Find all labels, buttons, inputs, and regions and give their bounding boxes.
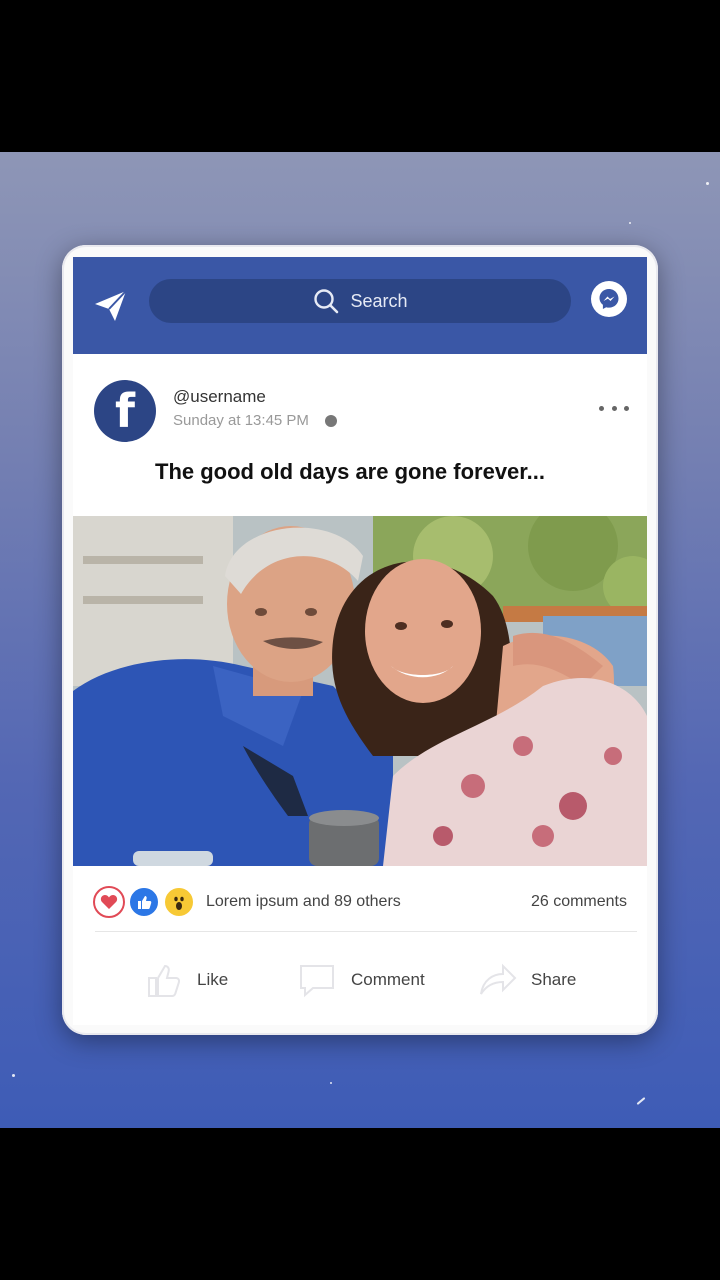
sparkle bbox=[636, 1097, 646, 1105]
post-timestamp: Sunday at 13:45 PM bbox=[173, 412, 337, 429]
divider bbox=[95, 931, 637, 932]
post-card: Search f @username Sunday at 13:45 PM Th… bbox=[73, 257, 647, 1025]
sparkle bbox=[629, 222, 631, 224]
sparkle bbox=[706, 182, 709, 185]
like-button[interactable]: Like bbox=[143, 953, 228, 1007]
reactions-row: Lorem ipsum and 89 others 26 comments bbox=[73, 866, 647, 932]
globe-icon bbox=[324, 414, 337, 427]
comment-button[interactable]: Comment bbox=[297, 953, 425, 1007]
share-label: Share bbox=[531, 970, 577, 989]
comments-count[interactable]: 26 comments bbox=[531, 893, 627, 911]
like-icon[interactable] bbox=[128, 886, 160, 918]
sparkle bbox=[330, 1082, 332, 1084]
sparkle bbox=[12, 1074, 15, 1077]
top-bar: Search bbox=[73, 257, 647, 354]
search-icon bbox=[314, 289, 339, 314]
post-header: f @username Sunday at 13:45 PM The good … bbox=[73, 354, 647, 514]
username[interactable]: @username bbox=[173, 387, 266, 407]
comment-icon bbox=[300, 965, 334, 998]
search-label: Search bbox=[350, 290, 408, 311]
timestamp-text: Sunday at 13:45 PM bbox=[173, 412, 309, 429]
more-options-icon[interactable] bbox=[599, 402, 629, 414]
reaction-summary[interactable]: Lorem ipsum and 89 others bbox=[206, 893, 401, 911]
share-button[interactable]: Share bbox=[477, 953, 576, 1007]
messenger-icon[interactable] bbox=[591, 281, 627, 317]
love-icon[interactable] bbox=[93, 886, 125, 918]
share-icon bbox=[480, 963, 517, 995]
facebook-logo-icon[interactable]: f bbox=[94, 380, 156, 442]
post-photo[interactable] bbox=[73, 516, 647, 866]
send-icon[interactable] bbox=[91, 285, 131, 325]
search-input[interactable]: Search bbox=[149, 279, 571, 323]
wow-icon[interactable] bbox=[163, 886, 195, 918]
post-caption: The good old days are gone forever... bbox=[155, 459, 545, 484]
like-label: Like bbox=[197, 970, 229, 989]
comment-label: Comment bbox=[351, 970, 425, 989]
thumbs-up-icon bbox=[148, 964, 181, 997]
